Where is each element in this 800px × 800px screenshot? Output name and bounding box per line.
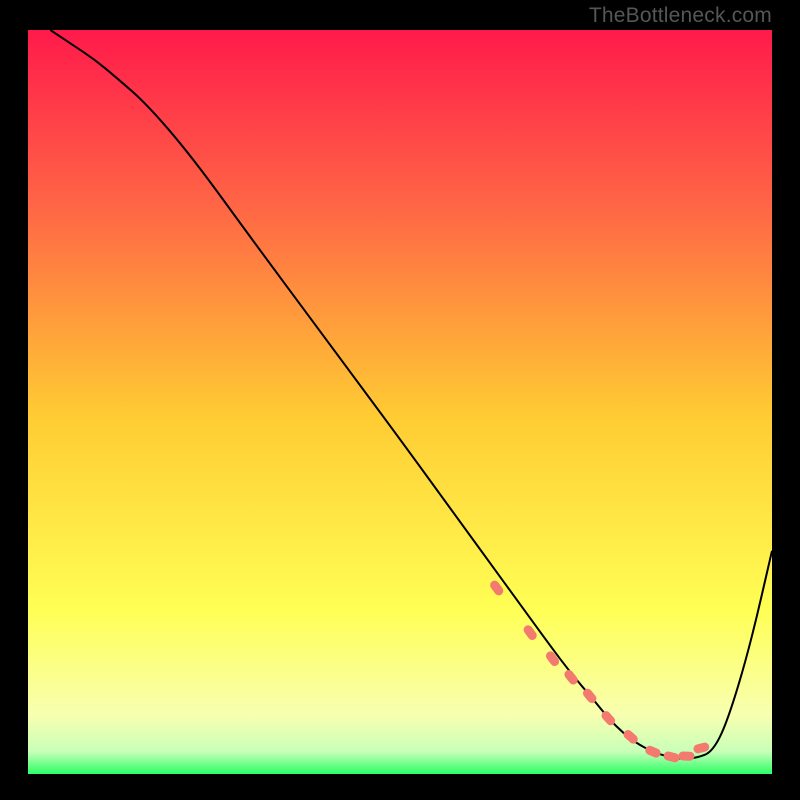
chart-frame: [28, 30, 772, 774]
gradient-background: [28, 30, 772, 774]
marker-dot: [678, 751, 694, 760]
watermark-text: TheBottleneck.com: [589, 4, 772, 28]
chart-svg: [28, 30, 772, 774]
